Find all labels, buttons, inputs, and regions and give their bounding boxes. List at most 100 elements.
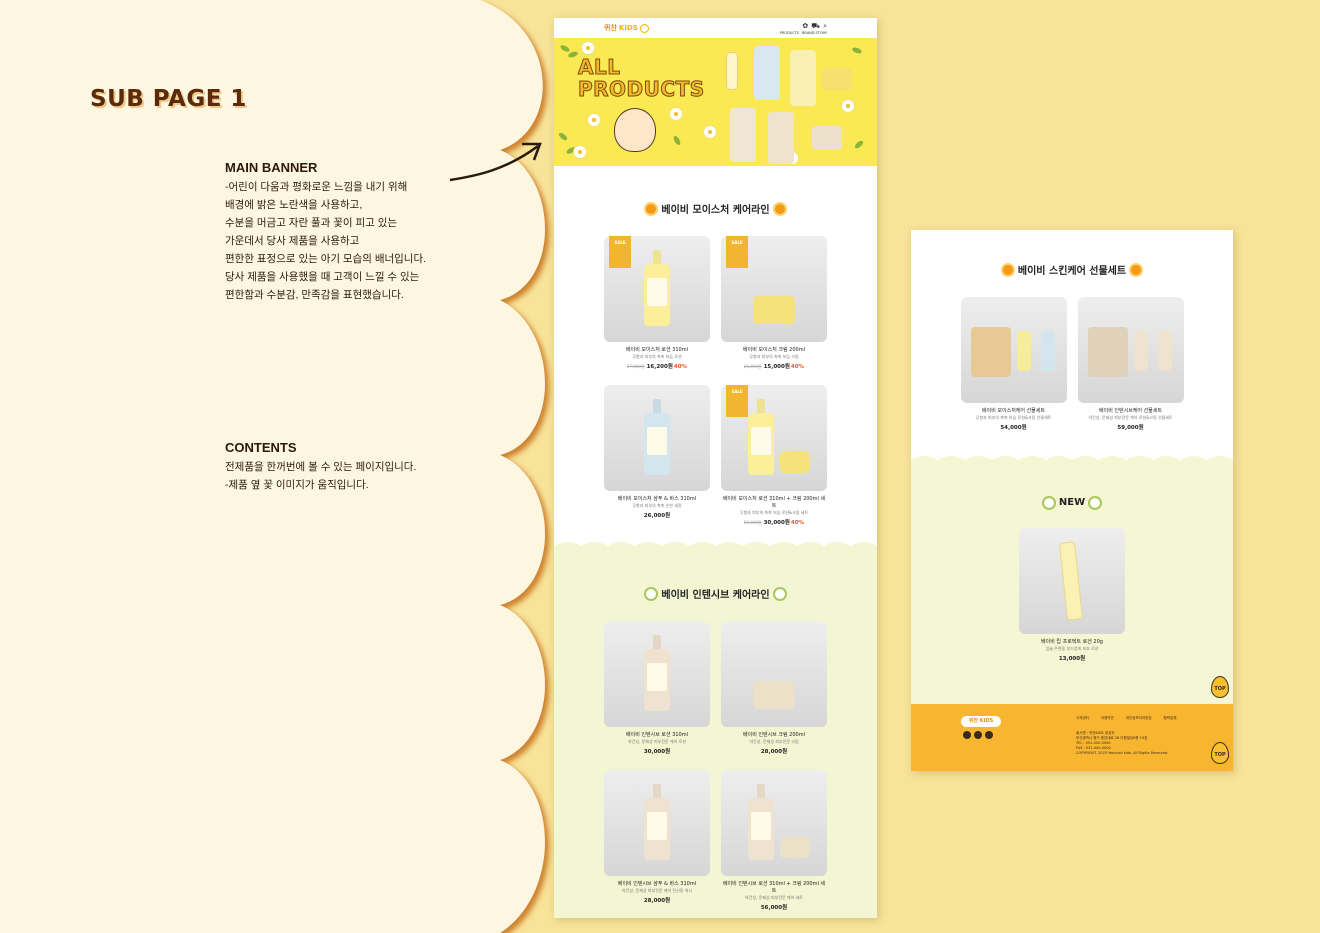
cream-jar-image: [780, 451, 811, 473]
lotion-bottle-image: [1133, 331, 1148, 371]
nav-products[interactable]: PRODUCTS: [780, 31, 799, 35]
site-header: 퀴찬 KIDS ✿ ⛟ ⌕ PRODUCTS BRAND STORY: [554, 18, 877, 38]
product-image: [721, 770, 827, 876]
nav-brand-story[interactable]: BRAND STORY: [802, 31, 827, 35]
lotion-bottle-image: [644, 649, 670, 711]
scroll-top-button[interactable]: TOP: [1211, 676, 1229, 698]
main-banner: ALL PRODUCTS: [554, 38, 877, 166]
footer-link[interactable]: 고객센터: [1076, 716, 1089, 721]
orange-flower-icon: [646, 203, 657, 214]
intensive-section: 베이비 인텐시브 케어라인 베이비 인텐시브 로션 310ml 약건성, 문제성…: [554, 542, 877, 918]
intensive-section-title: 베이비 인텐시브 케어라인: [554, 586, 877, 601]
footer-link[interactable]: 협력업체: [1164, 716, 1177, 721]
leaf-decoration: [567, 50, 579, 59]
scroll-top-button[interactable]: TOP: [1211, 742, 1229, 764]
product-card[interactable]: SALE 베이비 모이스처 로션 310ml 무향과 피부의 촉촉 보습 로션 …: [604, 236, 710, 370]
product-tube-image: [726, 52, 738, 90]
white-flower-icon: [1090, 497, 1101, 508]
flower-decoration: [704, 126, 716, 138]
product-card[interactable]: 베이비 인텐시브 샴푸 & 바스 310ml 약건성, 문제성 피부전문 케어 …: [604, 770, 710, 911]
leaf-decoration: [557, 131, 569, 142]
flower-decoration: [842, 100, 854, 112]
search-icon[interactable]: ⌕: [823, 22, 827, 31]
product-image: [1019, 528, 1125, 634]
scallop-edge: [554, 542, 877, 554]
new-section: NEW 베이비 립 프로텍트 로션 20g 입술 주변을 부드럽게 보호 로션 …: [911, 456, 1233, 705]
product-image: SALE: [721, 236, 827, 342]
product-card[interactable]: 베이비 인텐시브 로션 310ml 약건성, 문제성 피부전문 케어 로션 30…: [604, 621, 710, 755]
lotion-bottle-image: [1016, 331, 1031, 371]
flower-decoration: [588, 114, 600, 126]
product-card[interactable]: 베이비 인텐시브 로션 310ml + 크림 200ml 세트 약건성, 문제성…: [721, 770, 827, 911]
intensive-product-grid: 베이비 인텐시브 로션 310ml 약건성, 문제성 피부전문 케어 로션 30…: [554, 621, 877, 911]
baby-illustration: [614, 108, 656, 152]
gift-section-title: 베이비 스킨케어 선물세트: [911, 262, 1233, 277]
youtube-icon[interactable]: [985, 731, 993, 739]
leaf-decoration: [559, 43, 571, 54]
product-card[interactable]: 베이비 모이스처 샴푸 & 바스 310ml 무향과 피부의 촉촉 순한 세정 …: [604, 385, 710, 526]
banner-headline: ALL PRODUCTS: [578, 55, 705, 101]
company-info: 회사명 : 퀴찬KIDS 대표자 부산광역시 중구 중앙대로 26 다원빌딩6층…: [1076, 731, 1169, 755]
gift-box-image: [1087, 327, 1128, 377]
moisture-section-title: 베이비 모이스처 케어라인: [554, 201, 877, 216]
white-flower-icon: [774, 588, 785, 599]
contents-description: 전제품을 한꺼번에 볼 수 있는 페이지입니다. -제품 옆 꽃 이미지가 움직…: [225, 461, 417, 491]
product-card[interactable]: SALE 베이비 모이스처 로션 310ml + 크림 200ml 세트 무향과…: [721, 385, 827, 526]
footer-link[interactable]: 개인정보처리방침: [1126, 716, 1152, 721]
product-card[interactable]: 베이비 립 프로텍트 로션 20g 입술 주변을 부드럽게 보호 로션 13,0…: [1019, 528, 1125, 662]
footer-logo[interactable]: 퀴찬 KIDS: [961, 716, 1001, 727]
cream-jar-image: [753, 296, 795, 324]
white-flower-icon: [1043, 497, 1054, 508]
page-title: SUB PAGE 1: [90, 86, 247, 112]
cream-jar-image: [753, 681, 795, 709]
white-flower-icon: [646, 588, 657, 599]
sale-badge: SALE: [609, 236, 631, 268]
gift-section: 베이비 스킨케어 선물세트 베이비 모이스처케어 선물세트 무향과 피부의 촉촉…: [911, 230, 1233, 460]
lotion-bottle-image: [748, 798, 775, 860]
product-bottle-image: [754, 46, 780, 100]
site-footer: 퀴찬 KIDS 고객센터 이용약관 개인정보처리방침 협력업체 회사명 : 퀴찬…: [911, 704, 1233, 771]
annotation-panel: SUB PAGE 1 MAIN BANNER -어린이 다움과 평화로운 느낌을…: [0, 0, 560, 933]
pointer-arrow-icon: [449, 142, 542, 182]
twitter-icon[interactable]: [974, 731, 982, 739]
main-banner-description: -어린이 다움과 평화로운 느낌을 내기 위해 배경에 밝은 노란색을 사용하고…: [225, 181, 427, 301]
shampoo-bottle-image: [644, 413, 670, 475]
product-image: [960, 297, 1067, 403]
product-image: [604, 385, 710, 491]
cream-jar-image: [780, 836, 811, 858]
scallop-edge: [911, 456, 1233, 468]
menu-icon[interactable]: ✿: [802, 22, 808, 31]
product-jar-image: [822, 68, 852, 90]
leaf-decoration: [672, 134, 682, 147]
lotion-bottle-image: [748, 413, 775, 475]
sale-badge: SALE: [726, 385, 748, 417]
flower-decoration: [574, 146, 586, 158]
gift-box-image: [970, 327, 1011, 377]
product-image: SALE: [721, 385, 827, 491]
subpage-mockup: 퀴찬 KIDS ✿ ⛟ ⌕ PRODUCTS BRAND STORY ALL PR…: [554, 18, 877, 918]
gift-product-grid: 베이비 모이스처케어 선물세트 무향과 피부의 촉촉 보습 로션&크림 선물세트…: [911, 297, 1233, 431]
social-links: [963, 731, 993, 739]
orange-flower-icon: [1131, 264, 1142, 275]
product-card[interactable]: 베이비 모이스처케어 선물세트 무향과 피부의 촉촉 보습 로션&크림 선물세트…: [960, 297, 1067, 431]
footer-links: 고객센터 이용약관 개인정보처리방침 협력업체: [1076, 716, 1176, 721]
product-image: [604, 770, 710, 876]
product-card[interactable]: SALE 베이비 모이스처 크림 200ml 무향과 피부의 촉촉 보습 크림 …: [721, 236, 827, 370]
shampoo-bottle-image: [1157, 331, 1172, 371]
new-section-title: NEW: [911, 497, 1233, 508]
product-image: [1077, 297, 1184, 403]
product-jar-image: [812, 126, 842, 150]
flower-decoration: [670, 108, 682, 120]
product-bottle-image: [730, 108, 756, 162]
site-logo[interactable]: 퀴찬 KIDS: [604, 23, 649, 33]
orange-flower-icon: [1002, 264, 1013, 275]
instagram-icon[interactable]: [963, 731, 971, 739]
shampoo-bottle-image: [644, 798, 670, 860]
product-card[interactable]: 베이비 인텐시브 크림 200ml 약건성, 문제성 피부전문 크림 28,00…: [721, 621, 827, 755]
product-card[interactable]: 베이비 인텐시브케어 선물세트 약건성, 문제성 피부전문 케어 로션&크림 선…: [1077, 297, 1184, 431]
footer-link[interactable]: 이용약관: [1101, 716, 1114, 721]
leaf-decoration: [853, 139, 865, 150]
lip-tube-image: [1058, 541, 1084, 621]
cart-icon[interactable]: ⛟: [811, 22, 820, 31]
smile-icon: [639, 23, 649, 33]
